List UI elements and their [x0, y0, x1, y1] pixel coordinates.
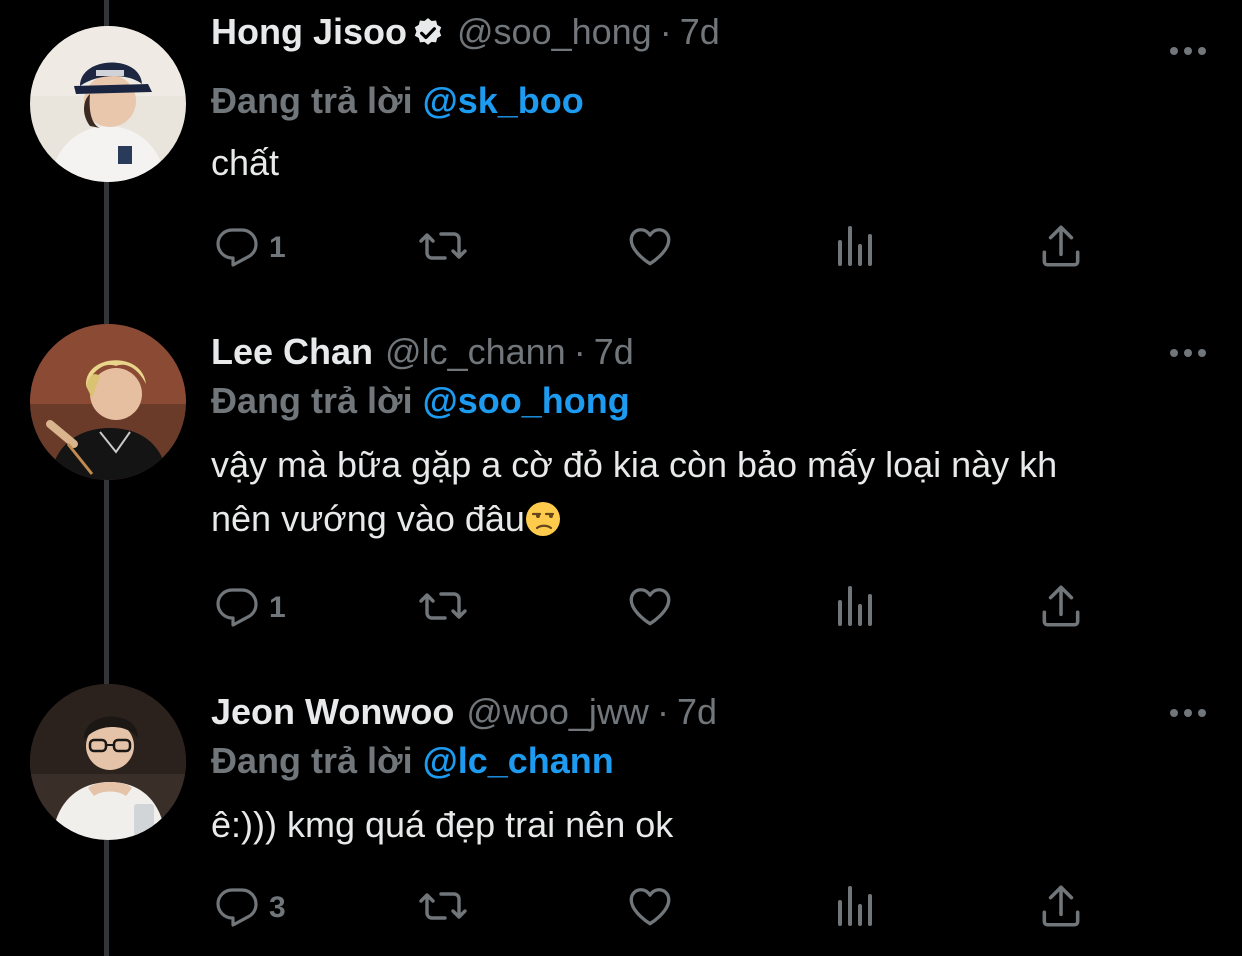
reply-button[interactable]: 1 [213, 580, 286, 636]
action-bar: 3 [0, 880, 1242, 936]
reply-count: 3 [269, 891, 286, 924]
more-icon[interactable] [1168, 346, 1208, 366]
retweet-icon [416, 582, 470, 635]
share-button[interactable] [1036, 880, 1086, 936]
reply-count: 1 [269, 231, 286, 264]
action-bar: 1 [0, 220, 1242, 276]
tweet-text: chất [211, 142, 280, 183]
avatar[interactable] [30, 324, 186, 480]
tweet-text-line: nên vướng vào đâu [211, 492, 1201, 546]
tweet-text: ê:))) kmg quá đẹp trai nên ok [211, 804, 674, 845]
avatar[interactable] [30, 26, 186, 182]
handle[interactable]: @soo_hong [457, 11, 652, 52]
retweet-button[interactable] [416, 880, 470, 936]
reply-button[interactable]: 3 [213, 880, 286, 936]
replying-to-label: Đang trả lời [211, 80, 413, 121]
replying-to: Đang trả lời @soo_hong [211, 378, 630, 424]
like-icon [625, 221, 675, 276]
timestamp[interactable]: 7d [677, 691, 717, 732]
display-name[interactable]: Lee Chan [211, 331, 373, 372]
verified-icon [411, 16, 445, 60]
views-button[interactable] [832, 880, 880, 936]
timestamp[interactable]: 7d [594, 331, 634, 372]
like-icon [625, 881, 675, 936]
reply-icon [213, 882, 261, 935]
views-icon [832, 222, 880, 275]
display-name[interactable]: Jeon Wonwoo [211, 691, 454, 732]
mention-link[interactable]: @lc_chann [423, 740, 614, 781]
more-icon[interactable] [1168, 706, 1208, 726]
like-icon [625, 581, 675, 636]
mention-link[interactable]: @sk_boo [423, 80, 584, 121]
like-button[interactable] [625, 220, 675, 276]
tweet-text-fragment: nên vướng vào đâu [211, 498, 525, 539]
separator: · [573, 331, 586, 372]
share-icon [1036, 221, 1086, 276]
replying-to-label: Đang trả lời [211, 740, 413, 781]
tweet-header: Hong Jisoo @soo_hong · 7d [211, 10, 720, 60]
more-icon[interactable] [1168, 44, 1208, 64]
reply-icon [213, 582, 261, 635]
action-bar: 1 [0, 580, 1242, 636]
retweet-button[interactable] [416, 220, 470, 276]
views-icon [832, 882, 880, 935]
reply-button[interactable]: 1 [213, 220, 286, 276]
like-button[interactable] [625, 580, 675, 636]
handle[interactable]: @woo_jww [466, 691, 649, 732]
reply-count: 1 [269, 591, 286, 624]
retweet-icon [416, 222, 470, 275]
tweet-text: vậy mà bữa gặp a cờ đỏ kia còn bảo mấy l… [211, 438, 1201, 546]
retweet-icon [416, 882, 470, 935]
retweet-button[interactable] [416, 580, 470, 636]
display-name[interactable]: Hong Jisoo [211, 11, 407, 52]
mention-link[interactable]: @soo_hong [423, 380, 630, 421]
tweet-text-line: vậy mà bữa gặp a cờ đỏ kia còn bảo mấy l… [211, 444, 1058, 485]
tweet-header: Jeon Wonwoo @woo_jww · 7d [211, 690, 717, 734]
like-button[interactable] [625, 880, 675, 936]
avatar[interactable] [30, 684, 186, 840]
tweet-header: Lee Chan @lc_chann · 7d [211, 330, 634, 374]
views-button[interactable] [832, 580, 880, 636]
replying-to: Đang trả lời @lc_chann [211, 738, 614, 784]
handle[interactable]: @lc_chann [385, 331, 566, 372]
separator: · [656, 691, 669, 732]
replying-to: Đang trả lời @sk_boo [211, 78, 584, 124]
separator: · [659, 11, 672, 52]
timestamp[interactable]: 7d [680, 11, 720, 52]
unamused-face-icon [525, 498, 561, 536]
share-icon [1036, 581, 1086, 636]
views-button[interactable] [832, 220, 880, 276]
share-button[interactable] [1036, 220, 1086, 276]
share-button[interactable] [1036, 580, 1086, 636]
share-icon [1036, 881, 1086, 936]
replying-to-label: Đang trả lời [211, 380, 413, 421]
reply-icon [213, 222, 261, 275]
views-icon [832, 582, 880, 635]
